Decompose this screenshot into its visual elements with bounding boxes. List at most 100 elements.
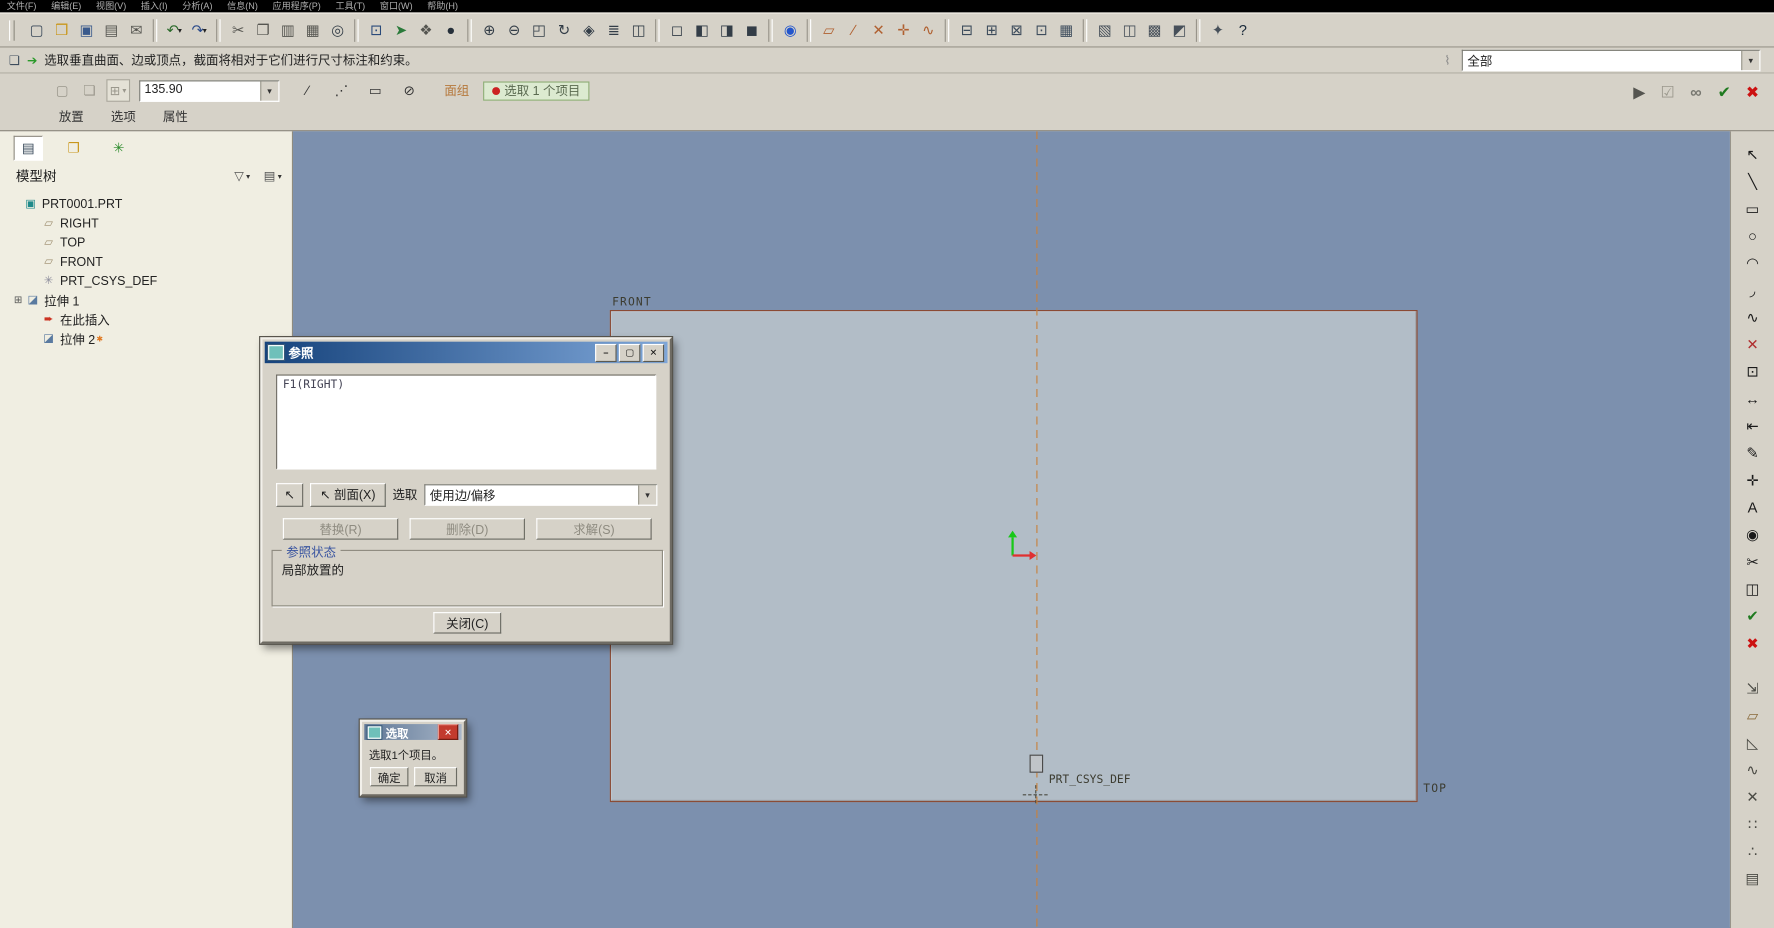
text-tool-icon[interactable]: A	[1741, 496, 1764, 519]
notes-icon[interactable]: ◫	[1117, 18, 1142, 43]
modify-dim-icon[interactable]: ✎	[1741, 441, 1764, 464]
cancel-feature-icon[interactable]: ✖	[1740, 79, 1765, 104]
no-hidden-icon[interactable]: ◨	[714, 18, 739, 43]
sketch-quit-icon[interactable]: ✖	[1741, 631, 1764, 654]
tree-filter-button[interactable]: ▽ ▾	[231, 167, 254, 184]
references-listbox[interactable]: F1(RIGHT)	[276, 374, 657, 470]
dimension-tool-icon[interactable]: ↔	[1741, 387, 1764, 410]
constraint-tool-icon[interactable]: ✛	[1741, 468, 1764, 491]
palette-icon[interactable]: ◉	[1741, 523, 1764, 546]
annotation-icon[interactable]: ▧	[1092, 18, 1117, 43]
copy-icon[interactable]: ❐	[250, 18, 275, 43]
spline-tool-icon[interactable]: ∿	[1741, 305, 1764, 328]
repaint-icon[interactable]: ↻	[551, 18, 576, 43]
close-button[interactable]: ✕	[642, 343, 665, 362]
selection-filter-combo[interactable]: 全部 ▾	[1461, 49, 1761, 71]
maximize-button[interactable]: ▢	[618, 343, 641, 362]
trim-tool-icon[interactable]: ✂	[1741, 550, 1764, 573]
clipboard-icon[interactable]: ▦	[300, 18, 325, 43]
offset-edge-icon[interactable]: ⇲	[1741, 677, 1764, 700]
menu-item[interactable]: 分析(A)	[182, 0, 212, 12]
menu-item[interactable]: 编辑(E)	[51, 0, 81, 12]
verify-preview-icon[interactable]: ∞	[1683, 79, 1708, 104]
shaded-sphere-icon[interactable]: ●	[438, 18, 463, 43]
tree-item-extrude1[interactable]: ⊞ ◪ 拉伸 1	[0, 291, 292, 310]
zoom-in-icon[interactable]: ⊕	[476, 18, 501, 43]
ok-button[interactable]: 确定	[369, 767, 409, 787]
toolbar-grip[interactable]	[9, 19, 15, 41]
reorient-icon[interactable]: ◈	[576, 18, 601, 43]
circle-tool-icon[interactable]: ○	[1741, 224, 1764, 247]
menu-item[interactable]: 窗口(W)	[380, 0, 413, 12]
menu-item[interactable]: 工具(T)	[336, 0, 366, 12]
hidden-line-icon[interactable]: ◧	[689, 18, 714, 43]
tree-expander-icon[interactable]: ⊞	[11, 294, 25, 306]
cancel-button[interactable]: 取消	[414, 767, 458, 787]
filter-list-icon[interactable]: ❖	[413, 18, 438, 43]
solve-button[interactable]: 求解(S)	[536, 518, 652, 540]
tree-columns-button[interactable]: ▤ ▾	[260, 167, 285, 184]
datum-plane-icon[interactable]: ▱	[816, 18, 841, 43]
context-help-icon[interactable]: ?	[1230, 18, 1255, 43]
open-folder-icon[interactable]: ❒	[49, 18, 74, 43]
symmetric-icon[interactable]: ▭	[363, 79, 388, 102]
pause-check-icon[interactable]: ☑	[1655, 79, 1680, 104]
line-tool-icon[interactable]: ╲	[1741, 170, 1764, 193]
curve-icon[interactable]: ∿	[1741, 758, 1764, 781]
favorites-tab[interactable]: ✳	[104, 136, 133, 161]
tree-item-extrude2[interactable]: ◪ 拉伸 2 ✱	[0, 329, 292, 348]
symbols-icon[interactable]: ▩	[1142, 18, 1167, 43]
datum-curve-icon[interactable]: ∿	[915, 18, 940, 43]
tree-item-front[interactable]: ▱ FRONT	[0, 252, 292, 271]
select-references-button[interactable]: ↖	[276, 482, 304, 507]
tree-item-insert-here[interactable]: ➨ 在此插入	[0, 310, 292, 329]
dashboard-tab[interactable]: 选项	[102, 106, 145, 126]
plane-display-icon[interactable]: ⊟	[954, 18, 979, 43]
smart-select-icon[interactable]: ➤	[388, 18, 413, 43]
model-setup-icon[interactable]: ✦	[1205, 18, 1230, 43]
spin-center-icon[interactable]: ◉	[777, 18, 802, 43]
arc-tool-icon[interactable]: ◠	[1741, 251, 1764, 274]
delete-segment-icon[interactable]: ✕	[1741, 785, 1764, 808]
depth-value-caret[interactable]: ▾	[259, 80, 279, 101]
thicken-icon[interactable]: ⋰	[329, 79, 354, 102]
dashboard-tab[interactable]: 属性	[154, 106, 197, 126]
reference-type-combo[interactable]: 使用边/偏移 ▾	[424, 483, 658, 506]
menu-item[interactable]: 文件(F)	[7, 0, 37, 12]
rectangle-tool-icon[interactable]: ▭	[1741, 197, 1764, 220]
mail-icon[interactable]: ✉	[123, 18, 148, 43]
tree-item-top[interactable]: ▱ TOP	[0, 233, 292, 252]
replace-button[interactable]: 替换(R)	[282, 518, 399, 540]
depth-option-combo[interactable]: ⊞ ▾	[106, 79, 130, 102]
point-tool-icon[interactable]: ✕	[1741, 333, 1764, 356]
sketch-view-icon[interactable]: ❏	[77, 79, 102, 102]
hatch-grid-icon[interactable]: ▤	[1741, 867, 1764, 890]
sketch-done-icon[interactable]: ✔	[1741, 604, 1764, 627]
fillet-tool-icon[interactable]: ◞	[1741, 278, 1764, 301]
selection-filter-caret[interactable]: ▾	[1741, 50, 1760, 70]
close-dialog-button[interactable]: 关闭(C)	[433, 612, 502, 634]
centerline-handle[interactable]	[1029, 754, 1044, 773]
model-tree-tab[interactable]: ▤	[13, 135, 43, 161]
select-box-icon[interactable]: ⊡	[363, 18, 388, 43]
close-button[interactable]: ✕	[437, 724, 459, 740]
refit-icon[interactable]: ◰	[526, 18, 551, 43]
cut-icon[interactable]: ✂	[225, 18, 250, 43]
view-manager-icon[interactable]: ◫	[626, 18, 651, 43]
axis-display-icon[interactable]: ⊞	[979, 18, 1004, 43]
datum-point-icon[interactable]: ✕	[866, 18, 891, 43]
folder-browser-tab[interactable]: ❒	[59, 136, 88, 161]
model-analysis-icon[interactable]: ⌇	[1444, 53, 1450, 68]
menu-item[interactable]: 视图(V)	[96, 0, 126, 12]
wireframe-icon[interactable]: ◻	[664, 18, 689, 43]
reference-type-caret[interactable]: ▾	[637, 484, 657, 505]
zoom-out-icon[interactable]: ⊖	[501, 18, 526, 43]
dashboard-tab[interactable]: 放置	[50, 106, 93, 126]
remove-material-icon[interactable]: ⊘	[397, 79, 422, 102]
undo-icon[interactable]: ↶ ▾	[162, 18, 187, 43]
menu-item[interactable]: 信息(N)	[227, 0, 258, 12]
sketch-plane-icon[interactable]: ▢	[50, 79, 75, 102]
references-dialog-titlebar[interactable]: 参照 – ▢ ✕	[264, 341, 668, 364]
points-grid-icon[interactable]: ∴	[1741, 839, 1764, 862]
play-forward-icon[interactable]: ▶	[1627, 79, 1652, 104]
